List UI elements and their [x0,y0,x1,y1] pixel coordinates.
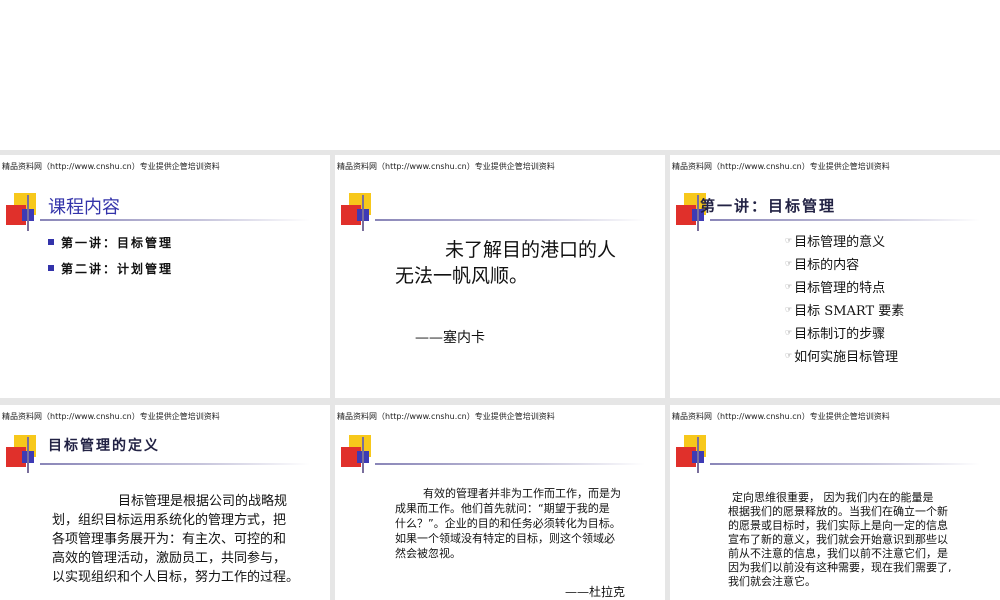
hand-pointer-icon: ☞ [785,282,793,291]
slide-decoration [6,435,42,473]
slide-2[interactable]: 精品资料网（http://www.cnshu.cn）专业提供企管培训资料 未了解… [335,155,665,398]
quote-line: 然会被忽视。 [395,547,461,560]
slide-header: 精品资料网（http://www.cnshu.cn）专业提供企管培训资料 [337,162,555,171]
title-rule [375,463,645,465]
slide-header: 精品资料网（http://www.cnshu.cn）专业提供企管培训资料 [2,412,220,421]
topic-item: ☞ 如何实施目标管理 [785,350,899,365]
slide-1[interactable]: 精品资料网（http://www.cnshu.cn）专业提供企管培训资料 课程内… [0,155,330,398]
hand-pointer-icon: ☞ [785,259,793,268]
slide-6[interactable]: 精品资料网（http://www.cnshu.cn）专业提供企管培训资料 定向思… [670,405,1000,600]
title-rule [710,219,980,221]
quote-line: 如果一个领域没有特定的目标，则这个领域必 [395,532,615,545]
quote-line: 无法一帆风顺。 [395,265,529,287]
bullet-item: 第二讲：计划管理 [48,255,173,281]
bullet-square-icon [48,239,54,245]
slide-title: 目标管理的定义 [48,438,160,454]
slide-header: 精品资料网（http://www.cnshu.cn）专业提供企管培训资料 [672,162,890,171]
bullet-item: 第一讲：目标管理 [48,229,173,255]
slide-grid: 精品资料网（http://www.cnshu.cn）专业提供企管培训资料 课程内… [0,150,1000,600]
definition-line: 划，组织目标运用系统化的管理方式，把 [52,513,287,528]
hand-pointer-icon: ☞ [785,236,793,245]
body-line: 我们就会注意它。 [728,575,816,588]
title-rule [40,219,310,221]
title-rule [710,463,980,465]
slide-header: 精品资料网（http://www.cnshu.cn）专业提供企管培训资料 [672,412,890,421]
hand-pointer-icon: ☞ [785,328,793,337]
slide-header: 精品资料网（http://www.cnshu.cn）专业提供企管培训资料 [2,162,220,171]
title-rule [40,463,310,465]
bullet-list: 第一讲：目标管理 第二讲：计划管理 [48,229,173,281]
topic-item: ☞ 目标的内容 [785,258,860,273]
quote-line: 成果而工作。他们首先就问：“期望于我的是 [395,502,610,515]
hand-pointer-icon: ☞ [785,351,793,360]
topic-item: ☞ 目标管理的意义 [785,235,886,250]
slide-decoration [676,435,712,473]
slide-4[interactable]: 精品资料网（http://www.cnshu.cn）专业提供企管培训资料 目标管… [0,405,330,600]
hand-pointer-icon: ☞ [785,305,793,314]
quote-author: ——塞内卡 [415,330,485,346]
title-rule [375,219,645,221]
topic-item: ☞ 目标管理的特点 [785,281,886,296]
slide-title: 第一讲：目标管理 [700,197,837,215]
quote-line: 未了解目的港口的人 [445,239,617,261]
topic-list: ☞ 目标管理的意义 ☞ 目标的内容 ☞ 目标管理的特点 ☞ 目标 SMART 要素 ☞ 目… [785,229,904,367]
bullet-square-icon [48,265,54,271]
quote-line: 有效的管理者并非为工作而工作，而是为 [423,487,621,500]
definition-line: 目标管理是根据公司的战略规 [118,494,288,509]
definition-line: 高效的管理活动，激励员工，共同参与， [52,551,287,566]
slide-5[interactable]: 精品资料网（http://www.cnshu.cn）专业提供企管培训资料 有效的… [335,405,665,600]
slide-decoration [6,193,42,231]
slide-decoration [341,435,377,473]
quote-author: ——杜拉克 [565,585,626,599]
quote-line: 什么？”。企业的目的和任务必须转化为目标。 [395,517,621,530]
slide-3[interactable]: 精品资料网（http://www.cnshu.cn）专业提供企管培训资料 第一讲… [670,155,1000,398]
definition-line: 各项管理事务展开为：有主次、可控的和 [52,532,287,547]
slide-decoration [341,193,377,231]
slide-title: 课程内容 [48,197,120,218]
slide-header: 精品资料网（http://www.cnshu.cn）专业提供企管培训资料 [337,412,555,421]
topic-item: ☞ 目标制订的步骤 [785,327,886,342]
topic-item: ☞ 目标 SMART 要素 [785,304,905,319]
definition-line: 以实现组织和个人目标，努力工作的过程。 [52,570,300,585]
